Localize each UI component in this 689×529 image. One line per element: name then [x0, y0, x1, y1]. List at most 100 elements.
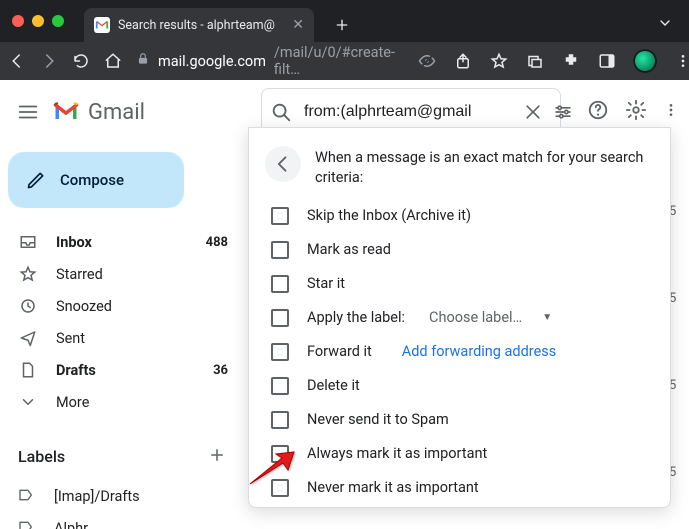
- option-label: Skip the Inbox (Archive it): [307, 207, 471, 224]
- main-content: 5 5 5 5 When a message is an exact match fo…: [248, 144, 689, 529]
- browser-tab-bar: Search results - alphrteam@ ✕: [0, 0, 689, 42]
- sidebar-item-count: 36: [213, 363, 228, 378]
- kebab-icon[interactable]: [673, 51, 689, 71]
- option-label: Always mark it as important: [307, 445, 487, 462]
- extensions-icon[interactable]: [561, 51, 581, 71]
- create-filter-panel: When a message is an exact match for you…: [248, 127, 671, 508]
- settings-icon[interactable]: [625, 99, 647, 125]
- add-forwarding-link[interactable]: Add forwarding address: [402, 343, 556, 360]
- sidebar-item-drafts[interactable]: Drafts 36: [8, 354, 240, 386]
- label-icon: [18, 487, 36, 505]
- checkbox[interactable]: [271, 241, 289, 259]
- gmail-sidebar: Compose Inbox 488 Starred Snoozed Sent D…: [0, 144, 248, 529]
- option-forward: Forward it Add forwarding address: [271, 343, 654, 361]
- option-never-important: Never mark it as important: [271, 479, 654, 497]
- sidebar-item-sent[interactable]: Sent: [8, 322, 240, 354]
- checkbox[interactable]: [271, 411, 289, 429]
- tab-title: Search results - alphrteam@: [118, 18, 275, 33]
- label-item[interactable]: [Imap]/Drafts: [8, 480, 240, 512]
- sidepanel-icon[interactable]: [597, 51, 617, 71]
- forward-icon: [40, 51, 58, 71]
- url-path: /mail/u/0/#create-filt…: [274, 44, 395, 78]
- url-bar[interactable]: mail.google.com/mail/u/0/#create-filt…: [136, 44, 395, 78]
- checkbox[interactable]: [271, 343, 289, 361]
- reload-icon[interactable]: [72, 51, 90, 71]
- label-icon: [18, 519, 36, 529]
- gmail-logo-icon: [52, 98, 80, 126]
- kebab-icon[interactable]: [663, 102, 679, 122]
- gmail-wordmark: Gmail: [88, 100, 145, 125]
- star-icon: [18, 264, 38, 284]
- add-label-icon[interactable]: [208, 446, 228, 466]
- help-icon[interactable]: [587, 99, 609, 125]
- list-row-fragment: 5: [669, 465, 689, 480]
- list-row-fragment: 5: [669, 378, 689, 393]
- tab-list-button[interactable]: [657, 15, 673, 35]
- sidebar-item-label: Sent: [56, 330, 210, 347]
- tabgroup-icon[interactable]: [525, 51, 545, 71]
- option-apply-label: Apply the label: Choose label… ▼: [271, 309, 654, 327]
- label-select[interactable]: Choose label… ▼: [429, 309, 552, 326]
- minimize-icon[interactable]: [32, 15, 44, 27]
- file-icon: [18, 360, 38, 380]
- url-host: mail.google.com: [158, 53, 266, 70]
- checkbox[interactable]: [271, 207, 289, 225]
- new-tab-button[interactable]: [328, 11, 356, 39]
- checkbox[interactable]: [271, 377, 289, 395]
- sidebar-item-snoozed[interactable]: Snoozed: [8, 290, 240, 322]
- panel-back-button[interactable]: [265, 146, 301, 182]
- checkbox[interactable]: [271, 275, 289, 293]
- lock-icon: [136, 52, 150, 70]
- sidebar-item-count: 488: [206, 235, 228, 250]
- chevron-down-icon: ▼: [542, 312, 552, 323]
- star-icon[interactable]: [489, 51, 509, 71]
- sidebar-item-label: Inbox: [56, 234, 188, 251]
- maximize-icon[interactable]: [52, 15, 64, 27]
- gmail-favicon-icon: [94, 17, 110, 33]
- panel-title: When a message is an exact match for you…: [315, 146, 654, 189]
- list-row-fragment: 5: [669, 204, 689, 219]
- sidebar-item-inbox[interactable]: Inbox 488: [8, 226, 240, 258]
- label-text: Alphr: [54, 520, 88, 529]
- option-star-it: Star it: [271, 275, 654, 293]
- share-icon[interactable]: [453, 51, 473, 71]
- search-icon[interactable]: [270, 101, 292, 123]
- gmail-brand[interactable]: Gmail: [52, 98, 145, 126]
- search-options-icon[interactable]: [553, 101, 573, 123]
- browser-address-bar: mail.google.com/mail/u/0/#create-filt…: [0, 42, 689, 80]
- send-icon: [18, 328, 38, 348]
- close-icon[interactable]: [12, 15, 24, 27]
- list-row-fragment: 5: [669, 291, 689, 306]
- inbox-icon: [18, 232, 38, 252]
- option-skip-inbox: Skip the Inbox (Archive it): [271, 207, 654, 225]
- sidebar-item-label: More: [56, 394, 210, 411]
- window-controls: [12, 15, 64, 27]
- search-input[interactable]: [302, 102, 513, 122]
- compose-button[interactable]: Compose: [8, 152, 184, 208]
- option-label: Mark as read: [307, 241, 391, 258]
- sidebar-item-label: Starred: [56, 266, 210, 283]
- sidebar-item-starred[interactable]: Starred: [8, 258, 240, 290]
- tab-close-icon[interactable]: ✕: [292, 17, 304, 33]
- option-label: Forward it: [307, 343, 372, 360]
- checkbox[interactable]: [271, 445, 289, 463]
- sidebar-item-label: Drafts: [56, 362, 195, 379]
- clear-search-icon[interactable]: [523, 101, 543, 123]
- label-text: [Imap]/Drafts: [54, 488, 140, 505]
- browser-tab[interactable]: Search results - alphrteam@ ✕: [84, 8, 314, 42]
- checkbox[interactable]: [271, 309, 289, 327]
- eye-icon[interactable]: [417, 51, 437, 71]
- chev-icon: [18, 392, 38, 412]
- pencil-icon: [26, 170, 46, 190]
- profile-avatar[interactable]: [633, 49, 657, 73]
- back-icon[interactable]: [8, 51, 26, 71]
- option-label: Delete it: [307, 377, 360, 394]
- label-item[interactable]: Alphr: [8, 512, 240, 529]
- clock-icon: [18, 296, 38, 316]
- sidebar-item-more[interactable]: More: [8, 386, 240, 418]
- menu-icon[interactable]: [16, 100, 40, 124]
- checkbox[interactable]: [271, 479, 289, 497]
- home-icon[interactable]: [104, 51, 122, 71]
- option-label: Apply the label:: [307, 309, 405, 326]
- option-never-spam: Never send it to Spam: [271, 411, 654, 429]
